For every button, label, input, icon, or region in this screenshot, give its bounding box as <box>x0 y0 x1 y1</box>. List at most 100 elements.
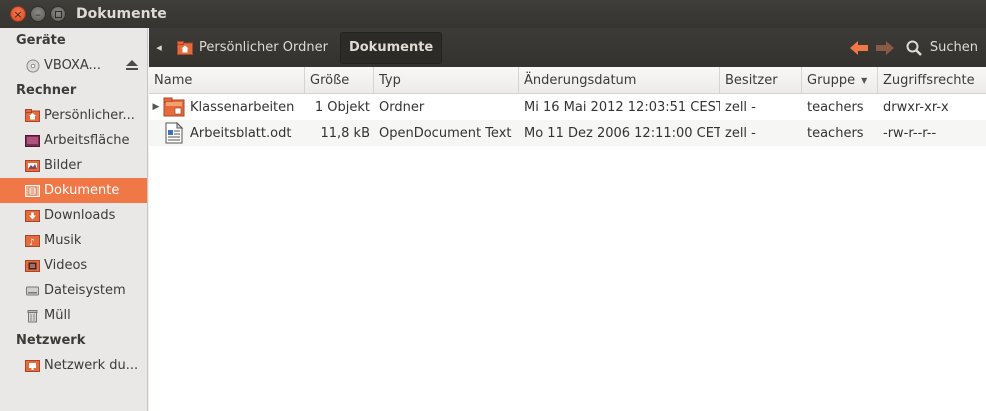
cell-modified: Mo 11 Dez 2006 12:11:00 CET <box>519 126 720 141</box>
cell-permissions: -rw-r--r-- <box>878 126 986 141</box>
home-folder-icon <box>177 40 193 55</box>
column-header-owner[interactable]: Besitzer <box>720 67 802 94</box>
eject-icon[interactable] <box>125 59 139 75</box>
breadcrumb-scroll-left-button[interactable]: ◂ <box>149 28 169 67</box>
cell-name: Arbeitsblatt.odt <box>149 122 305 144</box>
file-permissions: drwxr-xr-x <box>883 99 949 115</box>
file-modified: Mo 11 Dez 2006 12:11:00 CET <box>524 125 720 141</box>
arrow-right-icon <box>875 40 894 55</box>
sidebar-item-label: Persönlicher... <box>44 108 135 123</box>
search-button[interactable]: Suchen <box>906 40 978 56</box>
cell-owner: zell - <box>720 126 802 141</box>
column-label: Typ <box>379 73 401 88</box>
breadcrumb-current[interactable]: Dokumente <box>339 31 443 64</box>
arrow-left-icon <box>849 40 868 55</box>
cell-group: teachers <box>802 100 878 115</box>
trash-icon <box>25 309 40 323</box>
sidebar-item-documents[interactable]: Dokumente <box>0 178 147 203</box>
cell-modified: Mi 16 Mai 2012 12:03:51 CEST <box>519 100 720 115</box>
table-row[interactable]: ▶ Klassenarbeiten 1 Objekt Ordner Mi 16 … <box>149 94 986 120</box>
toolbar: ◂ Persönlicher Ordner Dokumente Suchen <box>149 28 986 67</box>
svg-text:♪: ♪ <box>29 238 35 247</box>
sidebar-item-label: Dokumente <box>44 183 120 198</box>
file-list: Name Größe Typ Änderungsdatum Besitzer G… <box>149 67 986 411</box>
toolbar-right: Suchen <box>848 28 978 67</box>
sidebar-item-label: Bilder <box>44 158 82 173</box>
sidebar-item-downloads[interactable]: Downloads <box>0 203 147 228</box>
forward-button[interactable] <box>874 37 896 59</box>
sidebar-item-label: VBOXA... <box>44 58 101 73</box>
cell-type: OpenDocument Text <box>374 126 519 141</box>
maximize-icon <box>54 10 62 18</box>
chevron-left-icon: ◂ <box>156 41 162 54</box>
table-row[interactable]: Arbeitsblatt.odt 11,8 kB OpenDocument Te… <box>149 120 986 146</box>
cd-icon <box>25 59 40 73</box>
file-size: 11,8 kB <box>320 125 370 141</box>
file-group: teachers <box>807 125 864 141</box>
breadcrumb-home[interactable]: Persönlicher Ordner <box>169 32 336 64</box>
column-header-size[interactable]: Größe <box>305 67 374 94</box>
file-type: OpenDocument Text <box>379 125 512 141</box>
back-button[interactable] <box>848 37 870 59</box>
column-label: Größe <box>310 73 350 88</box>
expand-arrow-icon[interactable]: ▶ <box>149 102 163 112</box>
sidebar-item-network[interactable]: Netzwerk du... <box>0 353 147 378</box>
window-title: Dokumente <box>76 6 167 22</box>
sidebar-section-network: Netzwerk <box>16 333 86 348</box>
documents-folder-icon <box>25 184 40 198</box>
sidebar-item-label: Downloads <box>44 208 116 223</box>
sidebar-item-label: Dateisystem <box>44 283 126 298</box>
network-icon <box>25 359 40 373</box>
column-header-type[interactable]: Typ <box>374 67 519 94</box>
column-header-group[interactable]: Gruppe ▼ <box>802 67 878 94</box>
column-header-row: Name Größe Typ Änderungsdatum Besitzer G… <box>149 67 986 94</box>
file-name: Arbeitsblatt.odt <box>190 125 292 141</box>
breadcrumb-label: Persönlicher Ordner <box>199 40 328 55</box>
downloads-folder-icon <box>25 209 40 223</box>
sidebar-item-music[interactable]: ♪ Musik <box>0 228 147 253</box>
column-header-permissions[interactable]: Zugriffsrechte <box>878 67 986 94</box>
column-header-name[interactable]: Name <box>149 67 305 94</box>
cell-type: Ordner <box>374 100 519 115</box>
cell-name: ▶ Klassenarbeiten <box>149 96 305 118</box>
sidebar: Geräte VBOXA... Rechner Persönlicher... … <box>0 28 148 411</box>
folder-icon <box>163 96 185 118</box>
file-size: 1 Objekt <box>314 99 370 115</box>
home-folder-icon <box>25 109 40 123</box>
file-modified: Mi 16 Mai 2012 12:03:51 CEST <box>524 99 720 115</box>
sidebar-item-vbox[interactable]: VBOXA... <box>0 53 147 78</box>
cell-size: 1 Objekt <box>305 100 374 115</box>
close-icon: × <box>13 7 23 21</box>
sidebar-item-desktop[interactable]: Arbeitsfläche <box>0 128 147 153</box>
close-window-button[interactable]: × <box>10 6 26 22</box>
cell-owner: zell - <box>720 100 802 115</box>
cell-permissions: drwxr-xr-x <box>878 100 986 115</box>
videos-folder-icon <box>25 259 40 273</box>
sidebar-item-label: Müll <box>44 308 71 323</box>
pictures-folder-icon <box>25 159 40 173</box>
sidebar-section-computer: Rechner <box>16 83 77 98</box>
sidebar-item-label: Arbeitsfläche <box>44 133 130 148</box>
column-label: Name <box>154 73 193 88</box>
column-label: Änderungsdatum <box>524 73 637 88</box>
file-permissions: -rw-r--r-- <box>883 125 937 141</box>
file-owner: zell - <box>725 125 756 141</box>
file-owner: zell - <box>725 99 756 115</box>
column-label: Gruppe <box>807 73 856 88</box>
maximize-window-button[interactable] <box>50 6 66 22</box>
sidebar-item-trash[interactable]: Müll <box>0 303 147 328</box>
sidebar-section-devices: Geräte <box>16 33 66 48</box>
sidebar-item-pictures[interactable]: Bilder <box>0 153 147 178</box>
sidebar-item-label: Netzwerk du... <box>44 358 139 373</box>
minimize-icon: – <box>35 7 41 21</box>
sidebar-item-filesystem[interactable]: Dateisystem <box>0 278 147 303</box>
file-type: Ordner <box>379 99 425 115</box>
column-header-modified[interactable]: Änderungsdatum <box>519 67 720 94</box>
music-folder-icon: ♪ <box>25 234 40 248</box>
sidebar-item-videos[interactable]: Videos <box>0 253 147 278</box>
filesystem-icon <box>25 284 40 298</box>
title-bar: × – Dokumente <box>0 0 986 28</box>
sidebar-item-home[interactable]: Persönlicher... <box>0 103 147 128</box>
minimize-window-button[interactable]: – <box>30 6 46 22</box>
column-label: Zugriffsrechte <box>883 73 975 88</box>
